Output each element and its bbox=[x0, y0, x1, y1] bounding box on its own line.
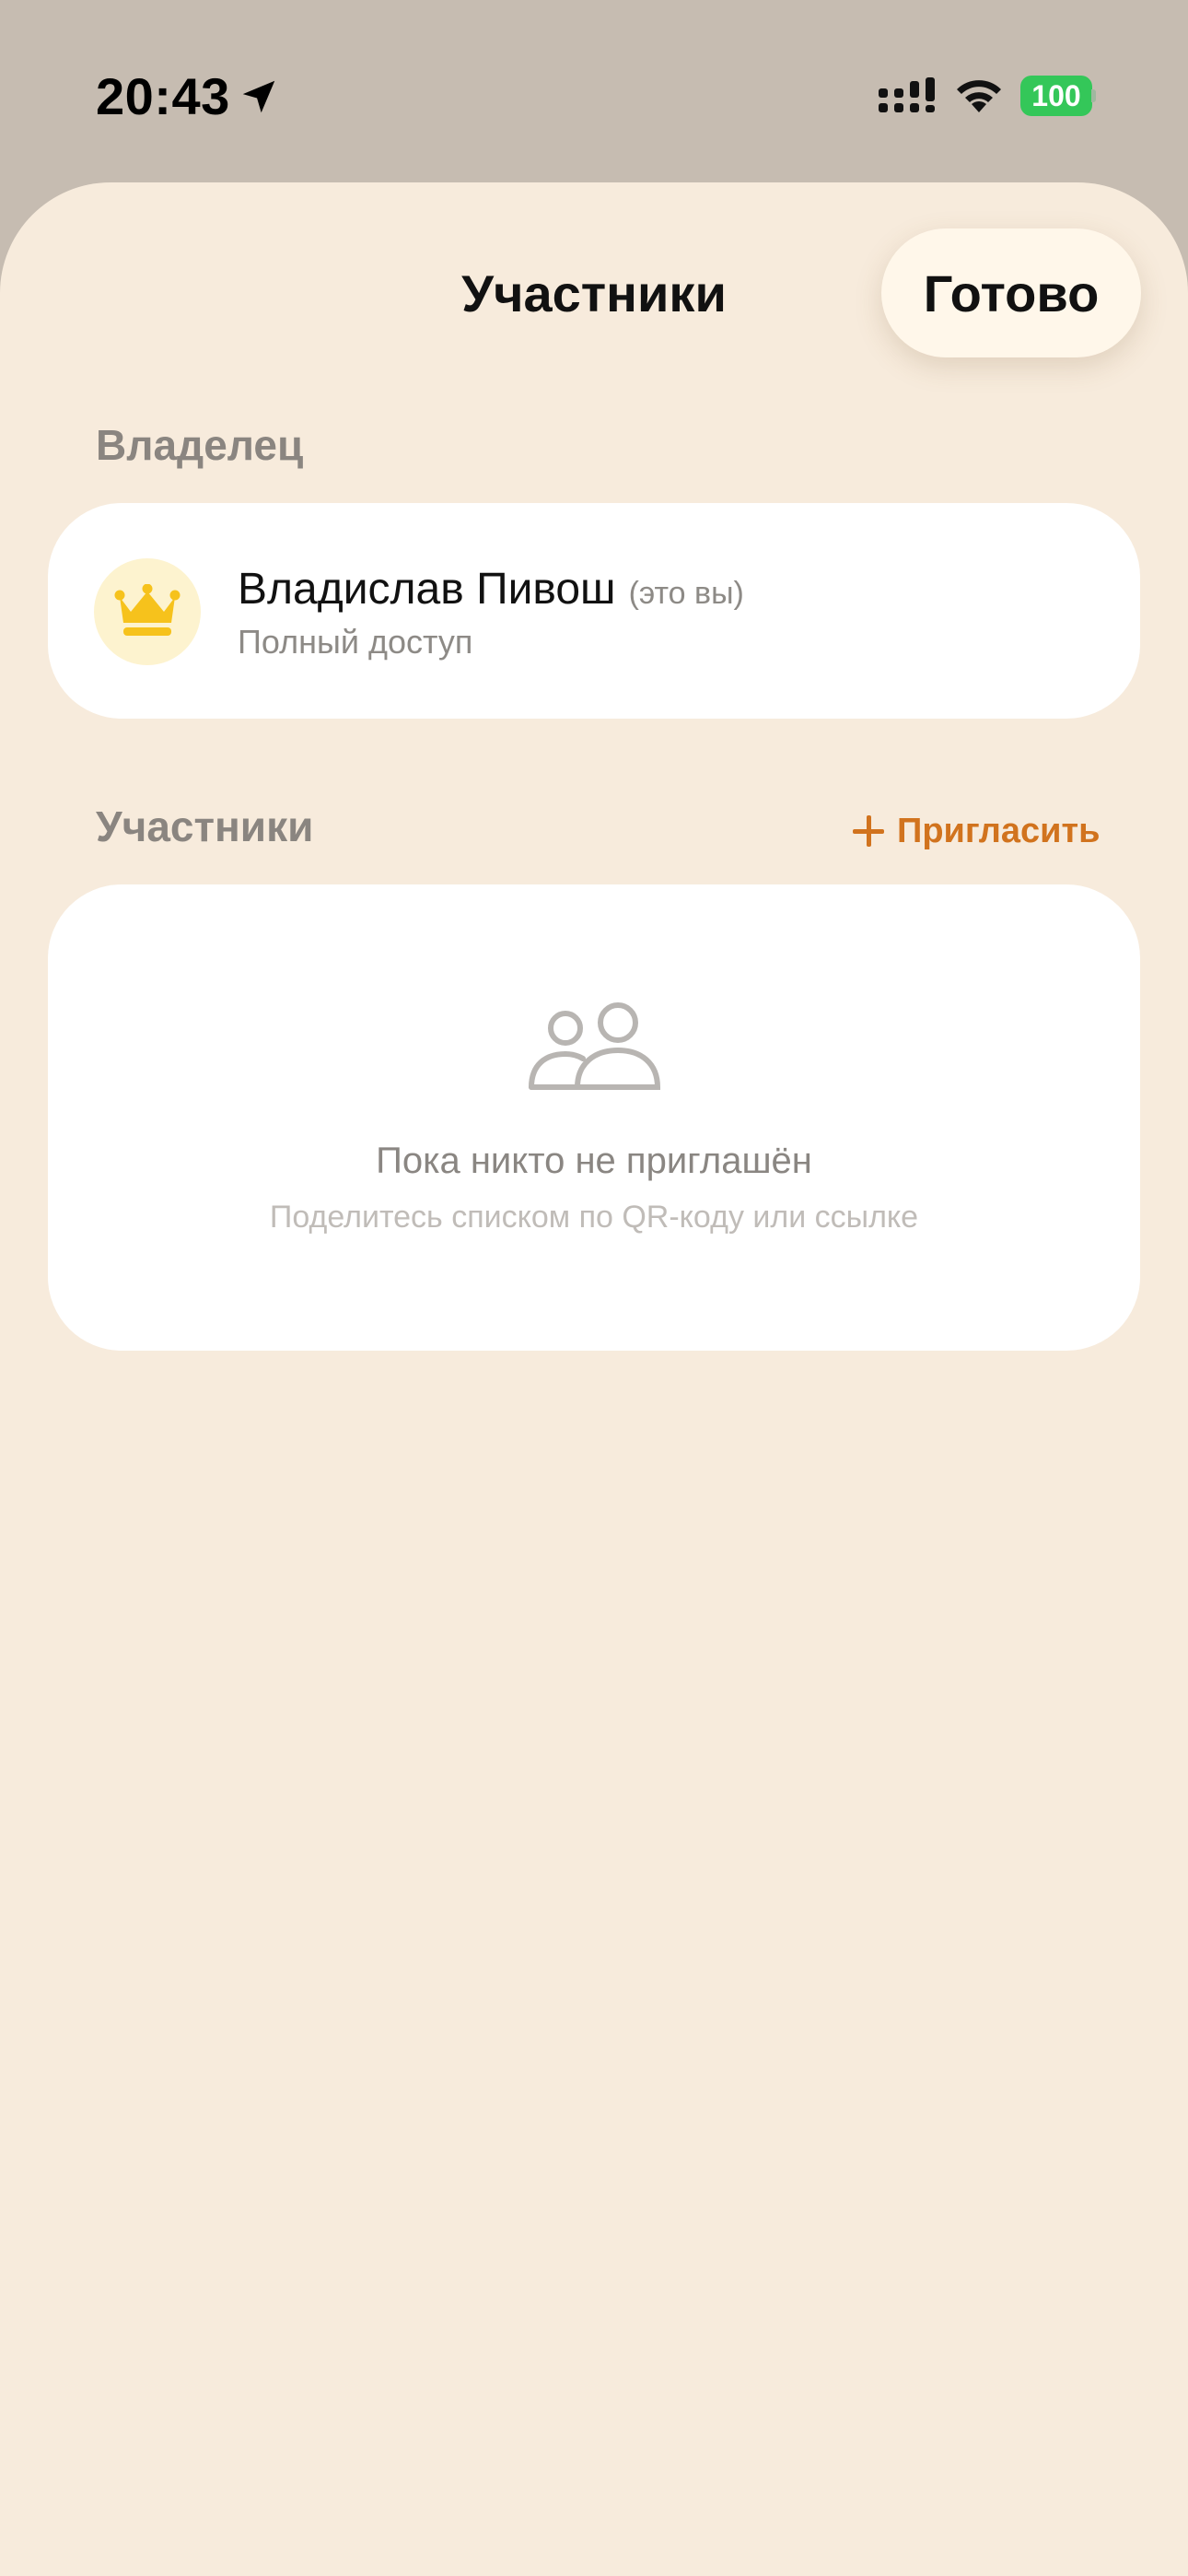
owner-access-level: Полный доступ bbox=[238, 623, 473, 661]
location-arrow-icon bbox=[242, 80, 275, 113]
owner-avatar bbox=[94, 558, 201, 665]
battery-level: 100 bbox=[1020, 76, 1092, 116]
status-bar: 20:43 100 bbox=[0, 0, 1188, 184]
invite-button[interactable]: Пригласить bbox=[853, 805, 1101, 857]
screen: 20:43 100 Участники Готово Владелец Влад… bbox=[0, 0, 1188, 2576]
empty-state-title: Пока никто не приглашён bbox=[376, 1141, 812, 1181]
invite-label: Пригласить bbox=[897, 811, 1101, 850]
status-time: 20:43 bbox=[96, 67, 230, 125]
owner-card[interactable]: Владислав Пивош (это вы) Полный доступ bbox=[48, 503, 1140, 719]
owner-name: Владислав Пивош bbox=[238, 565, 616, 614]
participants-empty-card: Пока никто не приглашён Поделитесь списк… bbox=[48, 884, 1140, 1351]
owner-you-tag: (это вы) bbox=[628, 576, 744, 611]
wifi-icon bbox=[957, 80, 1001, 112]
participants-sheet: Участники Готово Владелец Владислав Пиво… bbox=[0, 182, 1188, 2576]
crown-icon bbox=[114, 584, 181, 636]
empty-state-subtitle: Поделитесь списком по QR-коду или ссылке bbox=[269, 1200, 919, 1235]
owner-section-label: Владелец bbox=[96, 421, 304, 469]
plus-icon bbox=[853, 815, 884, 847]
signal-icon bbox=[879, 77, 935, 112]
battery-tip bbox=[1091, 89, 1096, 102]
participants-section-label: Участники bbox=[96, 802, 314, 850]
owner-name-row: Владислав Пивош (это вы) bbox=[238, 564, 744, 615]
battery-icon: 100 bbox=[1020, 76, 1096, 116]
users-icon bbox=[529, 1002, 661, 1090]
done-button[interactable]: Готово bbox=[881, 228, 1141, 357]
